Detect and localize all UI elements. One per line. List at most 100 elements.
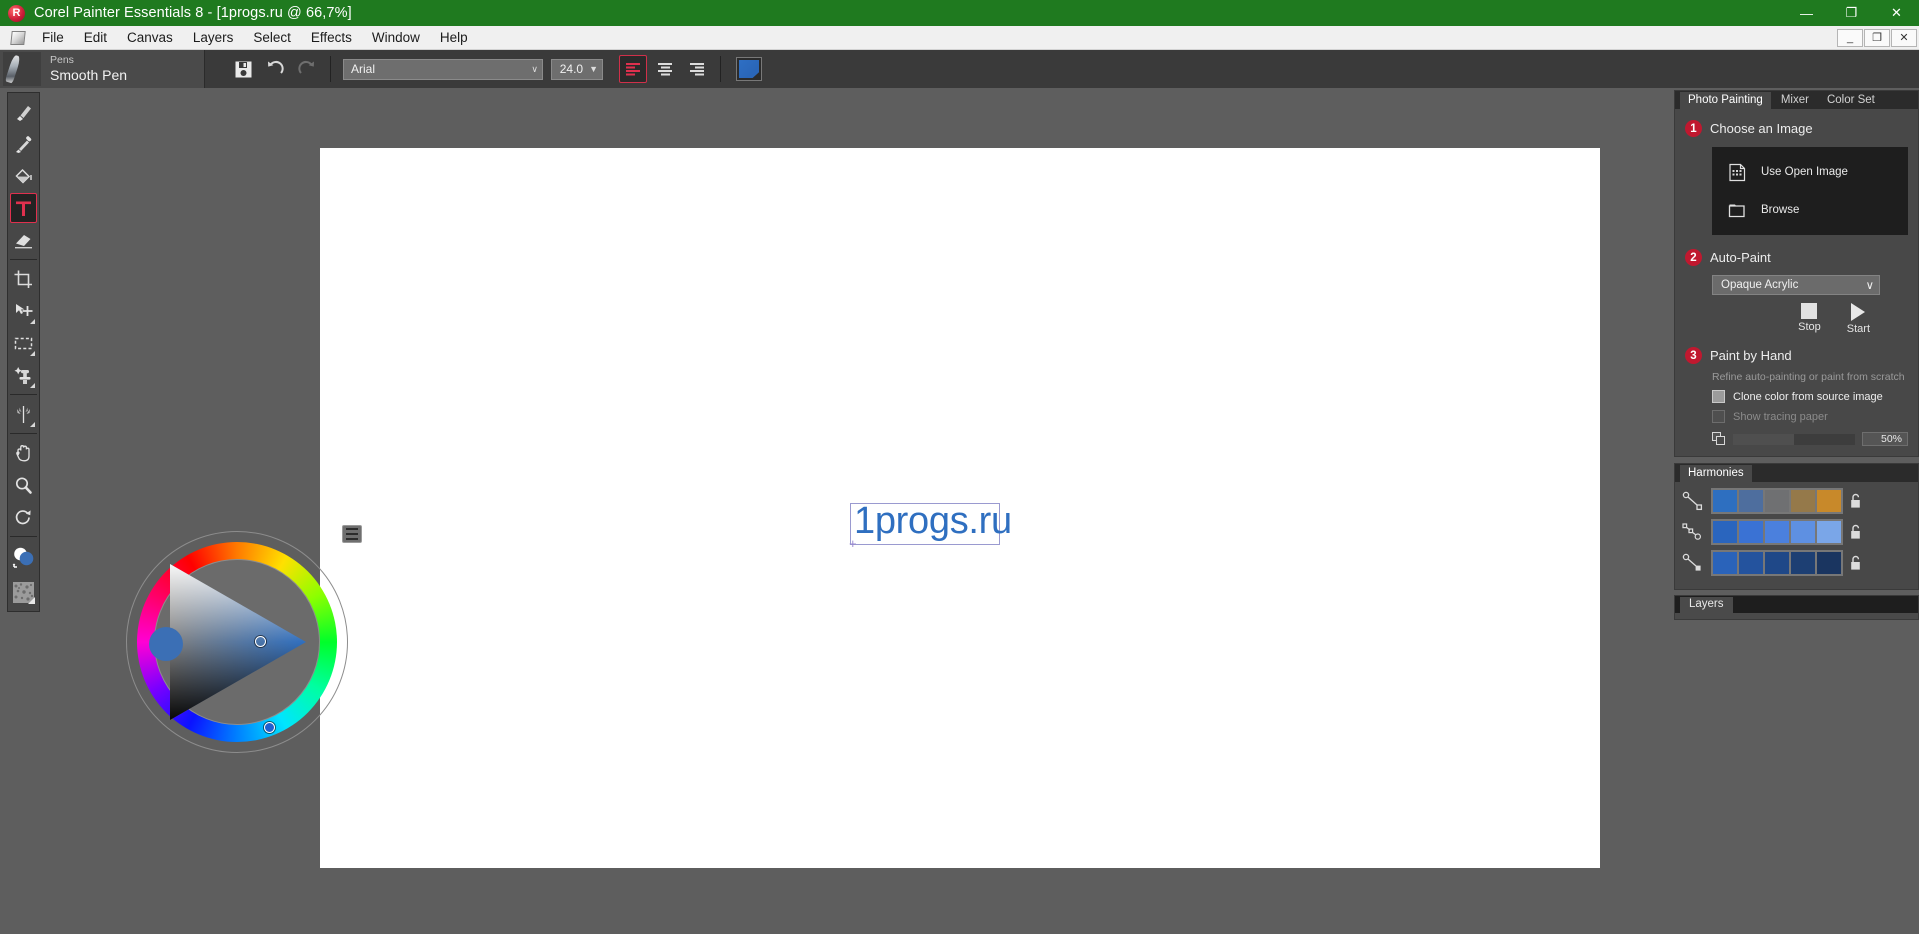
menu-item-effects[interactable]: Effects [301,27,362,48]
harmony-swatch[interactable] [1713,521,1737,543]
harmony-swatch-strip [1711,550,1843,576]
harmony-swatch[interactable] [1817,552,1841,574]
panel-tabs: Photo Painting Mixer Color Set [1675,91,1918,109]
toolbox-divider [10,394,37,395]
harmony-analogous-icon[interactable] [1681,552,1705,574]
menu-item-layers[interactable]: Layers [183,27,244,48]
harmony-complementary-icon[interactable] [1681,490,1705,512]
opacity-slider-fill [1733,433,1794,445]
toolbar-divider [330,56,331,82]
document-restore-button[interactable]: ❐ [1864,28,1890,47]
corel-logo-icon: R [8,4,25,22]
hand-tool[interactable] [10,438,37,468]
harmony-swatch-strip [1711,488,1843,514]
harmony-swatch[interactable] [1713,552,1737,574]
menu-item-canvas[interactable]: Canvas [117,27,183,48]
font-size-select[interactable]: 24.0 ▼ [551,58,603,80]
start-button[interactable]: Start [1847,303,1870,335]
undo-icon[interactable] [261,55,289,83]
tab-photo-painting[interactable]: Photo Painting [1680,92,1771,109]
harmony-row [1681,550,1912,576]
tab-mixer[interactable]: Mixer [1772,92,1817,109]
browse-button[interactable]: Browse [1712,191,1908,229]
eraser-tool[interactable] [10,225,37,255]
saturation-marker-icon[interactable] [255,636,266,647]
opacity-value[interactable]: 50% [1862,432,1908,446]
stop-button[interactable]: Stop [1798,303,1821,335]
harmony-swatch[interactable] [1765,490,1789,512]
hue-marker-icon[interactable] [264,722,275,733]
dropper-tool[interactable] [10,129,37,159]
step-2-badge: 2 [1685,249,1702,266]
tracing-paper-checkbox[interactable] [1712,410,1725,423]
clone-color-checkbox[interactable] [1712,390,1725,403]
crop-tool[interactable] [10,264,37,294]
tab-color-set[interactable]: Color Set [1818,92,1883,109]
menu-item-window[interactable]: Window [362,27,430,48]
rotate-page-tool[interactable] [10,502,37,532]
align-center-icon[interactable] [651,55,679,83]
move-tool[interactable] [10,296,37,326]
tool-flyout-indicator [30,383,35,388]
color-wheel[interactable] [126,531,348,753]
menu-item-select[interactable]: Select [243,27,301,48]
panel-menu-icon[interactable] [342,525,362,543]
mirror-painting-tool[interactable] [10,399,37,429]
paint-bucket-tool[interactable] [10,161,37,191]
menu-item-file[interactable]: File [32,27,74,48]
use-open-image-button[interactable]: Use Open Image [1712,153,1908,191]
brush-selector[interactable]: Pens Smooth Pen [0,50,205,88]
harmony-swatch[interactable] [1817,490,1841,512]
harmony-swatch[interactable] [1739,552,1763,574]
menu-item-help[interactable]: Help [430,27,478,48]
save-icon[interactable] [229,55,257,83]
harmony-triadic-icon[interactable] [1681,521,1705,543]
document-close-button[interactable]: ✕ [1891,28,1917,47]
play-icon [1851,303,1866,321]
paper-texture-icon[interactable] [10,577,37,607]
brush-name-label: Smooth Pen [50,66,128,83]
harmony-swatch[interactable] [1765,552,1789,574]
text-edit-box[interactable]: 1progs.ru + [849,500,1012,550]
tracing-paper-checkbox-row[interactable]: Show tracing paper [1712,410,1908,423]
magnifier-tool[interactable] [10,470,37,500]
harmony-swatch[interactable] [1791,552,1815,574]
opacity-slider[interactable] [1733,433,1855,445]
tab-harmonies[interactable]: Harmonies [1680,465,1752,482]
canvas-document[interactable]: 1progs.ru + [320,148,1600,868]
unlock-icon[interactable] [1849,524,1862,540]
align-right-icon[interactable] [683,55,711,83]
minimize-button[interactable]: — [1784,0,1829,26]
auto-paint-style-select[interactable]: Opaque Acrylic ∨ [1712,275,1880,295]
chevron-down-icon: ▼ [589,64,598,74]
color-swatches[interactable] [10,541,37,575]
close-button[interactable]: ✕ [1874,0,1919,26]
harmony-swatch[interactable] [1713,490,1737,512]
stop-label: Stop [1798,321,1821,333]
clone-stamp-tool[interactable] [10,360,37,390]
font-family-select[interactable]: Arial ∨ [343,58,543,80]
harmony-swatch[interactable] [1791,490,1815,512]
clone-color-checkbox-row[interactable]: Clone color from source image [1712,390,1908,403]
unlock-icon[interactable] [1849,555,1862,571]
text-tool[interactable] [10,193,37,223]
align-left-icon[interactable] [619,55,647,83]
harmony-swatch[interactable] [1791,521,1815,543]
harmony-swatch[interactable] [1765,521,1789,543]
rectangular-selection-tool[interactable] [10,328,37,358]
document-icon [10,29,26,46]
layers-list [1675,613,1918,619]
brush-tool[interactable] [10,97,37,127]
right-panel: Photo Painting Mixer Color Set 1 Choose … [1674,90,1919,934]
clone-color-label: Clone color from source image [1733,390,1883,403]
tab-layers[interactable]: Layers [1680,597,1733,613]
menu-item-edit[interactable]: Edit [74,27,117,48]
unlock-icon[interactable] [1849,493,1862,509]
use-open-image-icon [1729,163,1746,181]
restore-button[interactable]: ❐ [1829,0,1874,26]
document-minimize-button[interactable]: _ [1837,28,1863,47]
harmony-swatch[interactable] [1817,521,1841,543]
harmony-swatch[interactable] [1739,521,1763,543]
text-color-swatch-icon[interactable] [736,57,762,81]
harmony-swatch[interactable] [1739,490,1763,512]
